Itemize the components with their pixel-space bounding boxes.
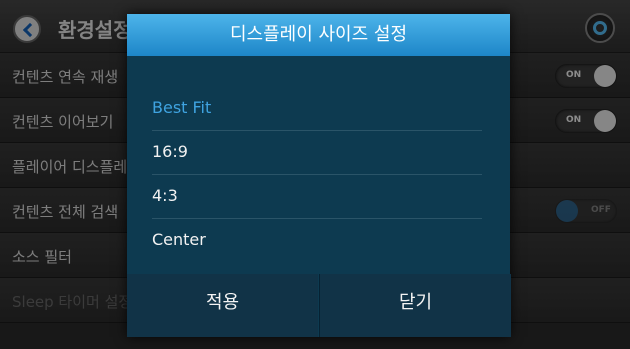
display-size-dialog: 디스플레이 사이즈 설정 Best Fit 16:9 4:3 Center 적용… [127,14,511,337]
option-center[interactable]: Center [152,218,482,256]
option-4-3[interactable]: 4:3 [152,174,482,219]
option-label: Best Fit [152,98,212,117]
apply-button[interactable]: 적용 [127,274,318,337]
option-label: Center [152,230,206,249]
option-label: 16:9 [152,142,188,161]
display-size-option-list[interactable]: Best Fit 16:9 4:3 Center [127,86,510,256]
dialog-title: 디스플레이 사이즈 설정 [127,14,510,56]
option-best-fit[interactable]: Best Fit [152,86,482,131]
option-label: 4:3 [152,186,178,205]
close-button[interactable]: 닫기 [319,274,511,337]
option-16-9[interactable]: 16:9 [152,130,482,175]
